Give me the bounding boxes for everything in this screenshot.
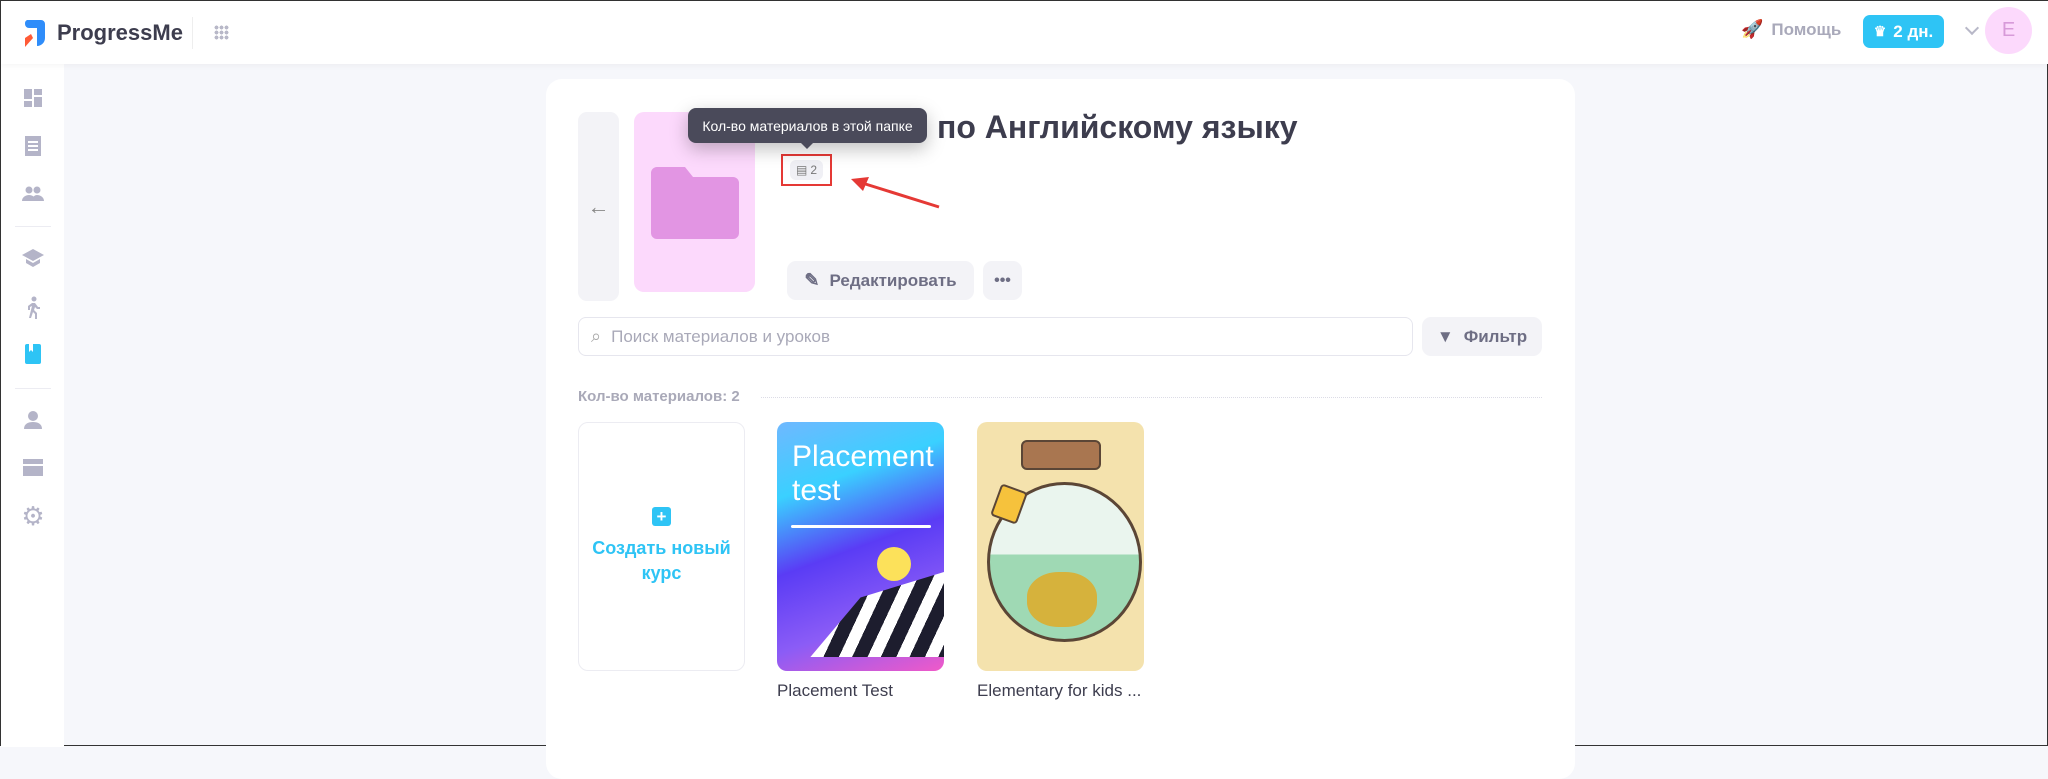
filter-button[interactable]: ▼ Фильтр <box>1422 317 1542 356</box>
back-button[interactable]: ← <box>578 112 619 301</box>
billing-icon[interactable] <box>21 455 45 479</box>
groups-icon[interactable] <box>21 182 45 206</box>
search-input[interactable]: ⌕ Поиск материалов и уроков <box>578 317 1413 356</box>
avatar[interactable]: E <box>1985 7 2032 54</box>
search-placeholder: Поиск материалов и уроков <box>611 326 831 346</box>
pencil-icon: ✎ <box>804 270 820 290</box>
create-course-label: Создать новый курс <box>592 538 731 583</box>
profile-icon[interactable] <box>21 408 45 432</box>
document-icon: ▤ <box>795 163 808 177</box>
plus-icon: + <box>652 507 671 526</box>
folder-icon <box>651 167 739 239</box>
sidebar-divider <box>15 226 51 227</box>
search-icon: ⌕ <box>591 326 602 346</box>
header-divider <box>192 17 193 49</box>
chevron-down-icon[interactable] <box>1964 20 1980 36</box>
filter-icon: ▼ <box>1436 326 1454 346</box>
help-label: Помощь <box>1771 19 1842 39</box>
sidebar-divider <box>15 388 51 389</box>
cover-text: Placement test <box>792 440 934 507</box>
help-button[interactable]: 🚀 Помощь <box>1741 19 1841 40</box>
activity-icon[interactable] <box>21 295 45 319</box>
courses-icon[interactable] <box>21 246 45 270</box>
logo-icon[interactable] <box>21 18 47 48</box>
materials-count: 2 <box>810 163 818 177</box>
brand-name[interactable]: ProgressMe <box>57 20 183 46</box>
course-card[interactable]: Placement test Placement Test <box>777 422 944 707</box>
filter-label: Фильтр <box>1463 326 1528 346</box>
materials-count-badge[interactable]: ▤ 2 <box>781 154 832 186</box>
trial-badge[interactable]: ♛ 2 дн. <box>1863 15 1944 48</box>
more-options-button[interactable]: ••• <box>983 261 1022 300</box>
more-icon: ••• <box>994 271 1011 289</box>
course-cover: Placement test <box>777 422 944 671</box>
course-title[interactable]: Placement Test <box>777 681 944 701</box>
tooltip: Кол-во материалов в этой папке <box>688 108 927 149</box>
edit-button[interactable]: ✎ Редактировать <box>787 261 974 300</box>
settings-icon[interactable]: ⚙ <box>21 503 45 529</box>
edit-label: Редактировать <box>829 270 957 290</box>
avatar-initial: E <box>2001 19 2016 41</box>
materials-count-label: Кол-во материалов: 2 <box>578 388 740 405</box>
top-header: ProgressMe 🚀 Помощь ♛ 2 дн. E <box>1 1 2048 64</box>
tooltip-text: Кол-во материалов в этой папке <box>702 117 913 134</box>
course-card[interactable]: Elementary for kids ... <box>977 422 1144 707</box>
rocket-icon: 🚀 <box>1741 19 1764 39</box>
apps-grid-icon[interactable] <box>214 25 229 40</box>
dashboard-icon[interactable] <box>21 86 45 110</box>
red-arrow-annotation <box>851 177 940 209</box>
arrow-left-icon: ← <box>587 193 610 219</box>
sidebar: ⚙ <box>1 64 64 747</box>
folder-title: по Английскому языку <box>937 109 1298 145</box>
crown-icon: ♛ <box>1873 23 1887 39</box>
trial-days: 2 дн. <box>1893 21 1934 41</box>
library-icon[interactable] <box>21 342 45 366</box>
section-divider <box>761 397 1542 398</box>
create-course-card[interactable]: + Создать новый курс <box>578 422 745 671</box>
materials-icon[interactable] <box>21 134 45 158</box>
course-title[interactable]: Elementary for kids ... <box>977 681 1144 701</box>
course-cover <box>977 422 1144 671</box>
